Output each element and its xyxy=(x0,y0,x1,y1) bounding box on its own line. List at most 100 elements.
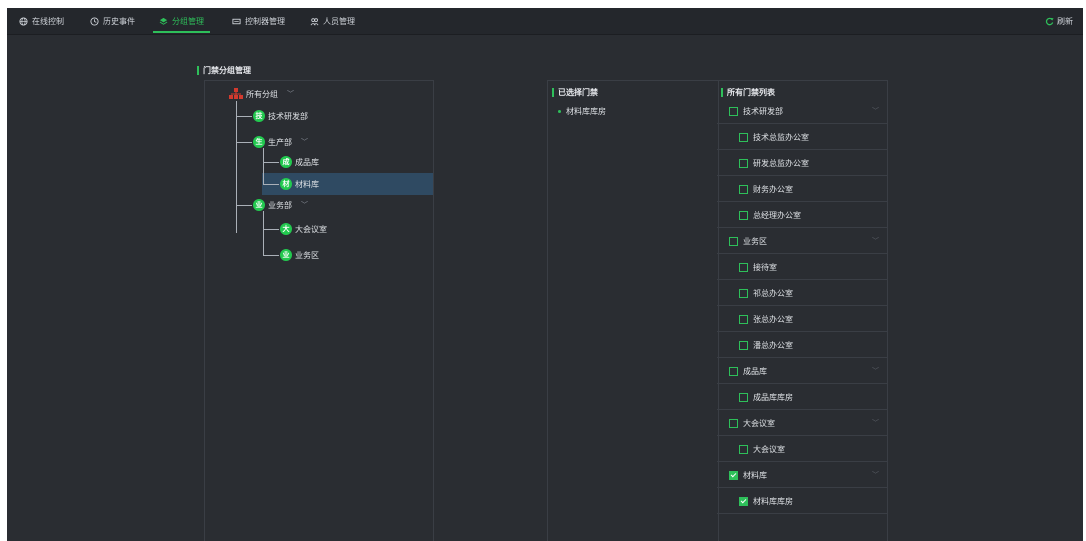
door-label: 成品库 xyxy=(743,366,767,376)
checkbox[interactable] xyxy=(739,132,748,142)
all-doors-section-title: 所有门禁列表 xyxy=(721,87,775,98)
door-label: 材料库 xyxy=(743,470,767,480)
tree-node-tech-dept[interactable]: 技 技术研发部 xyxy=(253,108,308,124)
checkbox[interactable] xyxy=(729,366,738,376)
chevron-down-icon[interactable]: ﹀ xyxy=(872,470,879,480)
all-doors-panel: 所有门禁列表 技术研发部 ﹀ 技术总监办公室研发总监办公室 财务办公室总经理办公室业务… xyxy=(717,80,888,541)
controller-icon xyxy=(232,18,241,24)
chevron-down-icon[interactable]: ﹀ xyxy=(872,106,879,116)
layers-icon xyxy=(159,17,168,25)
tree-node-business-dept[interactable]: 业 业务部 ﹀ xyxy=(253,197,308,213)
tree-root-all-groups[interactable]: 所有分组 ﹀ xyxy=(229,86,294,102)
door-row[interactable]: 祁总办公室 xyxy=(717,281,887,306)
door-label: 总经理办公室 xyxy=(753,210,801,220)
nav-label: 历史事件 xyxy=(103,16,135,26)
checkbox[interactable] xyxy=(739,158,748,168)
door-label: 潘总办公室 xyxy=(753,340,793,350)
checkbox[interactable] xyxy=(739,314,748,324)
door-label: 祁总办公室 xyxy=(753,288,793,298)
door-row[interactable]: 潘总办公室 xyxy=(717,333,887,358)
tree-node-production-dept[interactable]: 生 生产部 ﹀ xyxy=(253,134,308,150)
checkbox[interactable] xyxy=(739,262,748,272)
door-row[interactable]: 成品库库房 xyxy=(717,385,887,410)
checkbox[interactable] xyxy=(739,496,748,506)
door-row[interactable]: 研发总监办公室 xyxy=(717,151,887,176)
door-label: 大会议室 xyxy=(753,444,785,454)
door-label: 接待室 xyxy=(753,262,777,272)
checkbox[interactable] xyxy=(729,106,738,116)
refresh-icon xyxy=(1045,17,1054,25)
nav-item-personnel-management[interactable]: 人员管理 xyxy=(310,8,355,34)
nav-item-controller-management[interactable]: 控制器管理 xyxy=(232,8,285,34)
people-icon xyxy=(310,17,319,25)
node-badge-icon: 成 xyxy=(280,156,292,168)
group-icon xyxy=(229,88,243,99)
door-group-row[interactable]: 业务区 ﹀ xyxy=(717,229,887,254)
selected-door-label: 材料库库房 xyxy=(566,107,606,116)
globe-icon xyxy=(19,16,28,26)
door-label: 技术研发部 xyxy=(743,106,783,116)
door-group-row[interactable]: 材料库 ﹀ xyxy=(717,463,887,488)
selected-door-item[interactable]: 材料库库房 xyxy=(558,106,606,117)
app-window: 在线控制 历史事件 分组管理 控制器管理 人员管理 刷新 门禁分组管理 所有分组… xyxy=(7,8,1083,541)
checkbox[interactable] xyxy=(729,236,738,246)
checkbox[interactable] xyxy=(739,444,748,454)
tree-node-label: 业务部 xyxy=(268,200,292,210)
refresh-button[interactable]: 刷新 xyxy=(1045,8,1073,34)
door-label: 张总办公室 xyxy=(753,314,793,324)
tree-node-label: 业务区 xyxy=(295,250,319,260)
door-label: 大会议室 xyxy=(743,418,775,428)
group-tree-panel: 所有分组 ﹀ 技 技术研发部 生 生产部 ﹀ 成 成品库 材 材料库 业 业务部… xyxy=(204,80,434,541)
checkbox[interactable] xyxy=(739,288,748,298)
door-row[interactable]: 总经理办公室 xyxy=(717,203,887,228)
door-label: 研发总监办公室 xyxy=(753,158,809,168)
checkbox[interactable] xyxy=(729,418,738,428)
checkbox[interactable] xyxy=(739,392,748,402)
door-label: 业务区 xyxy=(743,236,767,246)
chevron-down-icon[interactable]: ﹀ xyxy=(872,366,879,376)
nav-label: 在线控制 xyxy=(32,16,64,26)
door-group-row[interactable]: 技术研发部 ﹀ xyxy=(717,99,887,124)
tree-node-conference-room[interactable]: 大 大会议室 xyxy=(280,221,327,237)
chevron-down-icon[interactable]: ﹀ xyxy=(301,137,308,147)
top-nav-bar: 在线控制 历史事件 分组管理 控制器管理 人员管理 刷新 xyxy=(7,8,1083,35)
node-badge-icon: 大 xyxy=(280,223,292,235)
node-badge-icon: 技 xyxy=(253,110,265,122)
door-row[interactable]: 张总办公室 xyxy=(717,307,887,332)
door-group-row[interactable]: 大会议室 ﹀ xyxy=(717,411,887,436)
door-row[interactable]: 大会议室 xyxy=(717,437,887,462)
checkbox[interactable] xyxy=(739,340,748,350)
nav-label: 分组管理 xyxy=(172,16,204,26)
door-row[interactable]: 材料库库房 xyxy=(717,489,887,514)
tree-node-finished-goods[interactable]: 成 成品库 xyxy=(280,154,319,170)
chevron-down-icon[interactable]: ﹀ xyxy=(872,236,879,246)
chevron-down-icon[interactable]: ﹀ xyxy=(301,200,308,210)
door-row[interactable]: 接待室 xyxy=(717,255,887,280)
refresh-label: 刷新 xyxy=(1057,16,1073,26)
tree-node-label: 生产部 xyxy=(268,137,292,147)
door-label: 财务办公室 xyxy=(753,184,793,194)
door-label: 材料库库房 xyxy=(753,496,793,506)
tree-root-label: 所有分组 xyxy=(246,89,278,99)
nav-item-group-management[interactable]: 分组管理 xyxy=(153,8,210,34)
tree-node-label: 成品库 xyxy=(295,157,319,167)
tree-node-business-area[interactable]: 业 业务区 xyxy=(280,247,319,263)
tree-node-label: 大会议室 xyxy=(295,224,327,234)
checkbox[interactable] xyxy=(739,184,748,194)
door-row[interactable]: 财务办公室 xyxy=(717,177,887,202)
nav-item-history-events[interactable]: 历史事件 xyxy=(90,8,135,34)
checkbox[interactable] xyxy=(729,470,738,480)
nav-label: 人员管理 xyxy=(323,16,355,26)
door-group-row[interactable]: 成品库 ﹀ xyxy=(717,359,887,384)
door-row[interactable]: 技术总监办公室 xyxy=(717,125,887,150)
checkbox[interactable] xyxy=(739,210,748,220)
chevron-down-icon[interactable]: ﹀ xyxy=(872,418,879,428)
tree-node-materials[interactable]: 材 材料库 xyxy=(280,176,319,192)
selected-doors-panel: 已选择门禁 材料库库房 xyxy=(547,80,719,541)
nav-item-online-control[interactable]: 在线控制 xyxy=(19,8,64,34)
node-badge-icon: 材 xyxy=(280,178,292,190)
selected-section-title: 已选择门禁 xyxy=(552,87,598,98)
tree-node-label: 材料库 xyxy=(295,179,319,189)
tree-section-title: 门禁分组管理 xyxy=(197,65,251,76)
chevron-down-icon[interactable]: ﹀ xyxy=(287,89,294,99)
